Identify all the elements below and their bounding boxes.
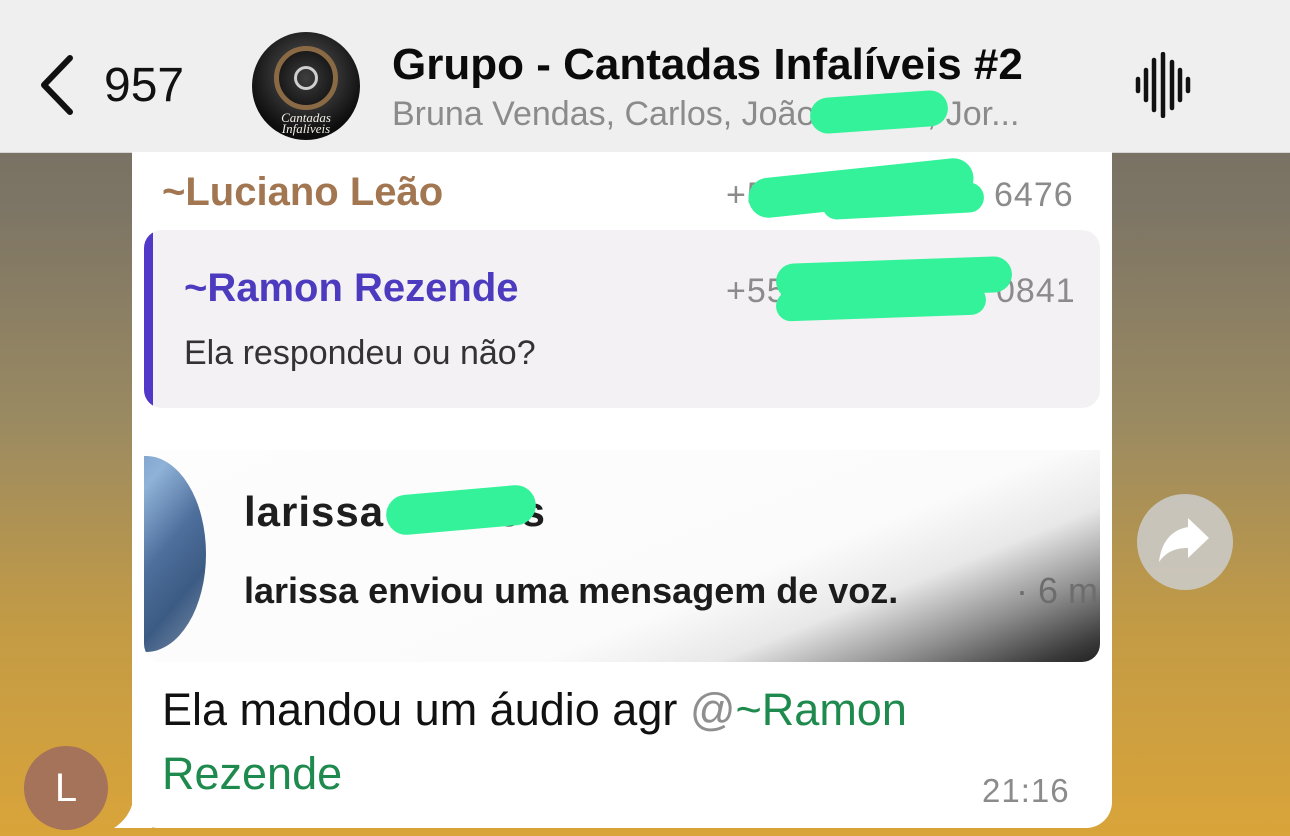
redaction-mark — [775, 284, 987, 322]
group-avatar[interactable]: Cantadas Infalíveis — [252, 32, 360, 140]
voice-waveform-icon[interactable] — [1132, 52, 1194, 118]
forward-button[interactable] — [1137, 494, 1233, 590]
message-timestamp: 21:16 — [982, 772, 1070, 809]
group-title[interactable]: Grupo - Cantadas Infalíveis #2 — [392, 40, 1023, 90]
unread-count[interactable]: 957 — [104, 58, 184, 113]
reply-text: Ela respondeu ou não? — [184, 334, 536, 372]
reply-quote[interactable]: ~Ramon Rezende +55 0841 Ela respondeu ou… — [144, 230, 1100, 408]
back-chevron-icon[interactable] — [34, 52, 82, 118]
group-members[interactable]: Bruna Vendas, Carlos, João Morais, Jor..… — [392, 95, 1092, 134]
sender-phone-end: 6476 — [994, 176, 1074, 214]
image-contact-name: larissa — [244, 488, 385, 535]
image-notification-text: larissa enviou uma mensagem de voz. — [244, 570, 899, 611]
screenshot-image[interactable]: larissa os larissa enviou uma mensagem d… — [144, 450, 1100, 662]
message-text: Ela mandou um áudio agr @~Ramon Rezende — [162, 678, 1032, 806]
avatar-caption-line2: Infalíveis — [281, 121, 331, 136]
whatsapp-icon — [294, 66, 318, 90]
sender-avatar[interactable]: L — [24, 746, 108, 830]
reply-sender-name: ~Ramon Rezende — [184, 266, 519, 310]
reply-accent-bar — [144, 230, 153, 408]
image-profile-photo — [144, 456, 206, 652]
sender-name[interactable]: ~Luciano Leão — [162, 170, 443, 215]
image-time-fragment: · 6 m — [1016, 570, 1099, 611]
message-bubble[interactable]: ~Luciano Leão +55 6476 ~Ramon Rezende +5… — [132, 152, 1112, 828]
mention-at[interactable]: @ — [690, 684, 736, 735]
forward-icon — [1159, 518, 1209, 562]
message-body: Ela mandou um áudio agr — [162, 684, 690, 735]
chat-header: 957 Cantadas Infalíveis Grupo - Cantadas… — [0, 0, 1290, 153]
